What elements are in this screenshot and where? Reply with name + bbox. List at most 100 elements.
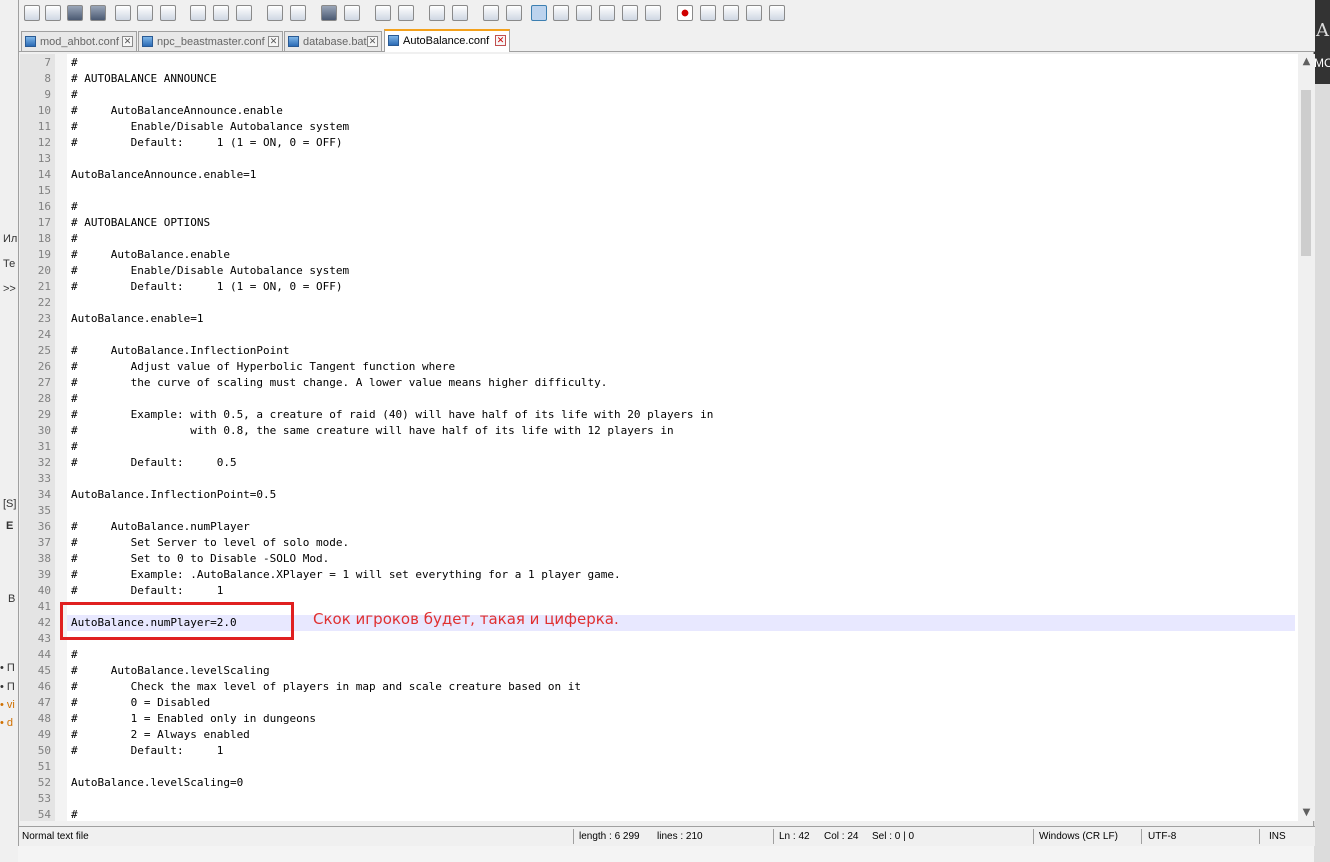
code-line[interactable]: # AUTOBALANCE OPTIONS (71, 215, 210, 231)
print-icon[interactable] (160, 5, 176, 21)
save-icon[interactable] (67, 5, 83, 21)
undo-icon[interactable] (267, 5, 283, 21)
word-wrap-icon[interactable] (483, 5, 499, 21)
text-editor[interactable]: 7 8 9 10 11 12 13 14 15 16 17 18 19 20 21 22 23 24 25 26 27 2… (20, 54, 1298, 821)
close-tab-icon[interactable]: ✕ (268, 36, 279, 47)
line-number: 41 (37, 600, 51, 613)
indent-guide-icon[interactable] (531, 5, 547, 21)
code-line[interactable]: # Enable/Disable Autobalance system (71, 263, 349, 279)
code-line[interactable]: # (71, 199, 78, 215)
zoom-out-icon[interactable] (398, 5, 414, 21)
scrollbar-thumb[interactable] (1301, 90, 1311, 256)
line-number: 34 (37, 488, 51, 501)
tab-autobalance-conf[interactable]: AutoBalance.conf ✕ (384, 29, 510, 52)
code-line[interactable]: # (71, 391, 78, 407)
tab-mod-ahbot[interactable]: mod_ahbot.conf ✕ (21, 31, 137, 51)
code-line[interactable]: # AutoBalanceAnnounce.enable (71, 103, 283, 119)
code-line[interactable]: # (71, 55, 78, 71)
code-line[interactable]: # (71, 647, 78, 663)
status-file-type: Normal text file (22, 831, 89, 842)
tab-npc-beastmaster[interactable]: npc_beastmaster.conf ✕ (138, 31, 283, 51)
folder-workspace-icon[interactable] (599, 5, 615, 21)
cut-icon[interactable] (190, 5, 206, 21)
redo-icon[interactable] (290, 5, 306, 21)
toolbar (19, 0, 1315, 28)
line-number: 30 (37, 424, 51, 437)
code-line[interactable]: AutoBalance.levelScaling=0 (71, 775, 243, 791)
line-number: 42 (37, 616, 51, 629)
run-macro-multiple-icon[interactable] (746, 5, 762, 21)
code-line[interactable]: # Check the max level of players in map … (71, 679, 581, 695)
find-icon[interactable] (321, 5, 337, 21)
new-file-icon[interactable] (24, 5, 40, 21)
code-line[interactable]: # Set to 0 to Disable -SOLO Mod. (71, 551, 329, 567)
code-line[interactable]: # the curve of scaling must change. A lo… (71, 375, 607, 391)
code-line[interactable]: # (71, 807, 78, 821)
background-fragment: A (1316, 20, 1329, 41)
close-icon[interactable] (115, 5, 131, 21)
code-line[interactable]: # AutoBalance.enable (71, 247, 230, 263)
code-line[interactable]: # (71, 231, 78, 247)
zoom-in-icon[interactable] (375, 5, 391, 21)
line-number: 24 (37, 328, 51, 341)
show-all-chars-icon[interactable] (506, 5, 522, 21)
scroll-up-icon[interactable]: ▲ (1301, 56, 1312, 67)
line-number: 8 (44, 72, 51, 85)
background-fragment: Те (3, 258, 16, 270)
line-number: 16 (37, 200, 51, 213)
code-line[interactable]: # Default: 0.5 (71, 455, 237, 471)
code-line[interactable]: # 2 = Always enabled (71, 727, 250, 743)
code-line[interactable]: # Adjust value of Hyperbolic Tangent fun… (71, 359, 455, 375)
play-macro-icon[interactable] (723, 5, 739, 21)
line-number: 31 (37, 440, 51, 453)
close-tab-icon[interactable]: ✕ (495, 35, 506, 46)
background-window-right-header (1314, 0, 1330, 84)
code-line[interactable]: # Default: 1 (71, 743, 223, 759)
folder-icon[interactable] (622, 5, 638, 21)
code-line[interactable]: # Default: 1 (71, 583, 223, 599)
doc-map-icon[interactable] (553, 5, 569, 21)
code-line[interactable]: # AutoBalance.InflectionPoint (71, 343, 290, 359)
scroll-down-icon[interactable]: ▼ (1301, 807, 1312, 818)
line-number: 28 (37, 392, 51, 405)
code-line[interactable]: # Example: .AutoBalance.XPlayer = 1 will… (71, 567, 621, 583)
code-line[interactable]: AutoBalanceAnnounce.enable=1 (71, 167, 256, 183)
function-list-icon[interactable] (576, 5, 592, 21)
paste-icon[interactable] (236, 5, 252, 21)
save-macro-icon[interactable] (769, 5, 785, 21)
copy-icon[interactable] (213, 5, 229, 21)
close-tab-icon[interactable]: ✕ (122, 36, 133, 47)
stop-macro-icon[interactable] (700, 5, 716, 21)
code-line[interactable]: # Set Server to level of solo mode. (71, 535, 349, 551)
tab-database-bat[interactable]: database.bat ✕ (284, 31, 382, 51)
code-line[interactable]: # Example: with 0.5, a creature of raid … (71, 407, 713, 423)
line-number: 33 (37, 472, 51, 485)
code-line[interactable]: # (71, 439, 78, 455)
code-line[interactable]: # Enable/Disable Autobalance system (71, 119, 349, 135)
code-line[interactable]: # (71, 87, 78, 103)
code-line[interactable]: AutoBalance.enable=1 (71, 311, 203, 327)
save-all-icon[interactable] (90, 5, 106, 21)
line-number: 44 (37, 648, 51, 661)
line-number: 51 (37, 760, 51, 773)
close-tab-icon[interactable]: ✕ (367, 36, 378, 47)
replace-icon[interactable] (344, 5, 360, 21)
code-line[interactable]: # 1 = Enabled only in dungeons (71, 711, 316, 727)
code-line[interactable]: # 0 = Disabled (71, 695, 210, 711)
code-line[interactable]: # AutoBalance.levelScaling (71, 663, 270, 679)
code-line[interactable]: # with 0.8, the same creature will have … (71, 423, 674, 439)
line-number: 27 (37, 376, 51, 389)
sync-horizontal-icon[interactable] (452, 5, 468, 21)
vertical-scrollbar[interactable]: ▲ ▼ (1298, 54, 1315, 821)
open-file-icon[interactable] (45, 5, 61, 21)
monitoring-icon[interactable] (645, 5, 661, 21)
code-line[interactable]: AutoBalance.InflectionPoint=0.5 (71, 487, 276, 503)
close-all-icon[interactable] (137, 5, 153, 21)
code-line[interactable]: # AutoBalance.numPlayer (71, 519, 250, 535)
code-line[interactable]: # Default: 1 (1 = ON, 0 = OFF) (71, 135, 343, 151)
record-macro-icon[interactable] (677, 5, 693, 21)
code-line[interactable]: # AUTOBALANCE ANNOUNCE (71, 71, 217, 87)
sync-vertical-icon[interactable] (429, 5, 445, 21)
code-line[interactable]: # Default: 1 (1 = ON, 0 = OFF) (71, 279, 343, 295)
notepad-plus-plus-window: mod_ahbot.conf ✕ npc_beastmaster.conf ✕ … (18, 0, 1315, 846)
